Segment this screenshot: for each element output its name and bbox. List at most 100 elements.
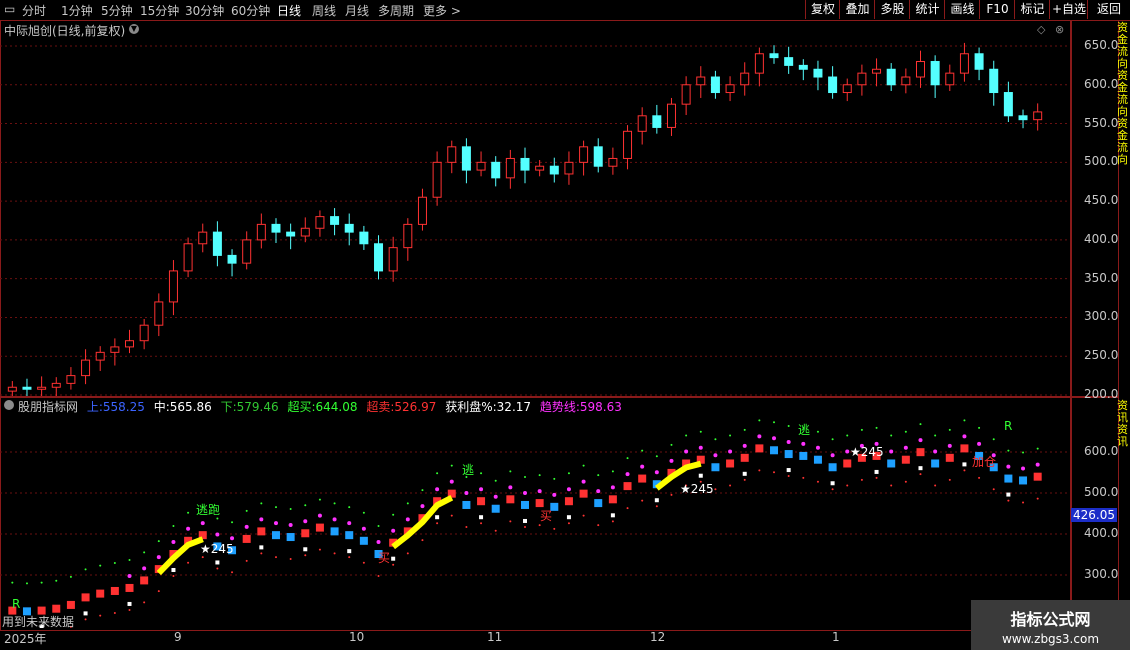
statistics-button[interactable]: 统计 [909, 0, 945, 19]
upper-dot [992, 438, 995, 441]
lower-dot [802, 476, 805, 479]
tab-timeshare[interactable]: 分时 [22, 2, 46, 19]
tab-daily[interactable]: 日线 [277, 2, 301, 19]
draw-line-button[interactable]: 画线 [944, 0, 980, 19]
f10-button[interactable]: F10 [979, 0, 1015, 19]
candle [901, 68, 911, 94]
date-label: 12 [650, 630, 666, 644]
lower-dot [553, 527, 556, 530]
indicator-tick-label: 400.0 [1084, 526, 1119, 540]
multi-stock-button[interactable]: 多股 [874, 0, 910, 19]
date-label: 10 [349, 630, 365, 644]
trend-dot [537, 489, 542, 494]
trend-dot [684, 449, 689, 454]
tab-5min[interactable]: 5分钟 [101, 2, 133, 19]
white-marker [566, 515, 571, 520]
settings-icon[interactable] [4, 400, 14, 410]
trend-dot [640, 464, 645, 469]
upper-dot [245, 509, 248, 512]
back-button[interactable]: 返回 [1087, 0, 1130, 19]
add-watchlist-button[interactable]: +自选 [1049, 0, 1088, 19]
lower-dot [216, 567, 219, 570]
tab-60min[interactable]: 60分钟 [231, 2, 270, 19]
lower-dot [831, 488, 834, 491]
trend-dot [801, 441, 806, 446]
candle [549, 157, 559, 183]
indicator-bar [828, 463, 837, 472]
upper-dot [626, 457, 629, 460]
lower-dot [362, 561, 365, 564]
tab-monthly[interactable]: 月线 [345, 2, 369, 19]
candle [872, 58, 882, 87]
candle [66, 367, 76, 390]
tab-multi-period[interactable]: 多周期 [378, 2, 414, 19]
upper-dot [69, 575, 72, 578]
lower-dot [304, 554, 307, 557]
indicator-bar [726, 459, 735, 468]
trend-dot [1006, 464, 1011, 469]
indicator-bar [813, 455, 822, 464]
right-side-tabs[interactable]: 资金流向资金流向资金流向 资讯资讯 [1117, 20, 1130, 640]
tab-more[interactable]: 更多 > [423, 2, 461, 19]
upper-dot [348, 506, 351, 509]
candle [945, 64, 955, 91]
minimize-icon[interactable]: ▭ [4, 2, 15, 16]
trend-dot [259, 517, 264, 522]
overlay-button[interactable]: 叠加 [839, 0, 875, 19]
indicator-bar [491, 504, 500, 513]
trend-dot [288, 523, 293, 528]
price-tick-label: 250.0 [1084, 348, 1119, 363]
indicator-bar [843, 459, 852, 468]
trend-dot [625, 472, 630, 477]
upper-dot [84, 568, 87, 571]
candle [403, 218, 413, 261]
restore-rights-button[interactable]: 复权 [805, 0, 840, 19]
indicator-bar [1033, 472, 1042, 481]
candle [1003, 81, 1013, 123]
candle [154, 293, 164, 337]
indicator-tick-label: 300.0 [1084, 567, 1119, 581]
star-signal: ★245 [680, 482, 714, 496]
right-tab-fundflow[interactable]: 资金流向资金流向资金流向 [1117, 22, 1130, 166]
trend-dot [889, 449, 894, 454]
candle [7, 381, 17, 396]
tab-weekly[interactable]: 周线 [312, 2, 336, 19]
candle [740, 62, 750, 96]
tab-1min[interactable]: 1分钟 [61, 2, 93, 19]
upper-dot [582, 464, 585, 467]
mark-button[interactable]: 标记 [1014, 0, 1050, 19]
upper-dot [55, 579, 58, 582]
price-tick-label: 200.0 [1084, 387, 1119, 401]
price-tick-label: 450.0 [1084, 193, 1119, 208]
upper-dot [494, 479, 497, 482]
right-tab-news[interactable]: 资讯资讯 [1117, 400, 1130, 448]
upper-dot [831, 438, 834, 441]
upper-dot [318, 498, 321, 501]
upper-dot [406, 502, 409, 505]
trend-dot [449, 479, 454, 484]
trend-dot [156, 555, 161, 560]
lower-dot [904, 480, 907, 483]
white-marker [1006, 492, 1011, 497]
date-label: 1 [832, 630, 840, 644]
candle [813, 60, 823, 91]
upper-dot [274, 506, 277, 509]
trend-dot [361, 526, 366, 531]
lower-dot [1007, 499, 1010, 502]
upper-dot [978, 426, 981, 429]
candlestick-chart[interactable] [0, 20, 1070, 396]
candle [959, 42, 969, 82]
watermark-url: www.zbgs3.com [1001, 632, 1100, 646]
indicator-tick-label: 500.0 [1084, 485, 1119, 499]
indicator-chart[interactable]: 逃逃跑逃★245★245★245买买加仓RR [0, 412, 1070, 628]
trend-dot [772, 436, 777, 441]
lower-dot [84, 618, 87, 621]
upper-dot [113, 561, 116, 564]
tab-15min[interactable]: 15分钟 [140, 2, 179, 19]
tab-30min[interactable]: 30分钟 [185, 2, 224, 19]
lower-dot [846, 484, 849, 487]
lower-dot [787, 475, 790, 478]
lower-dot [289, 558, 292, 561]
add-position-signal: 加仓 [972, 455, 996, 469]
lower-dot [641, 499, 644, 502]
